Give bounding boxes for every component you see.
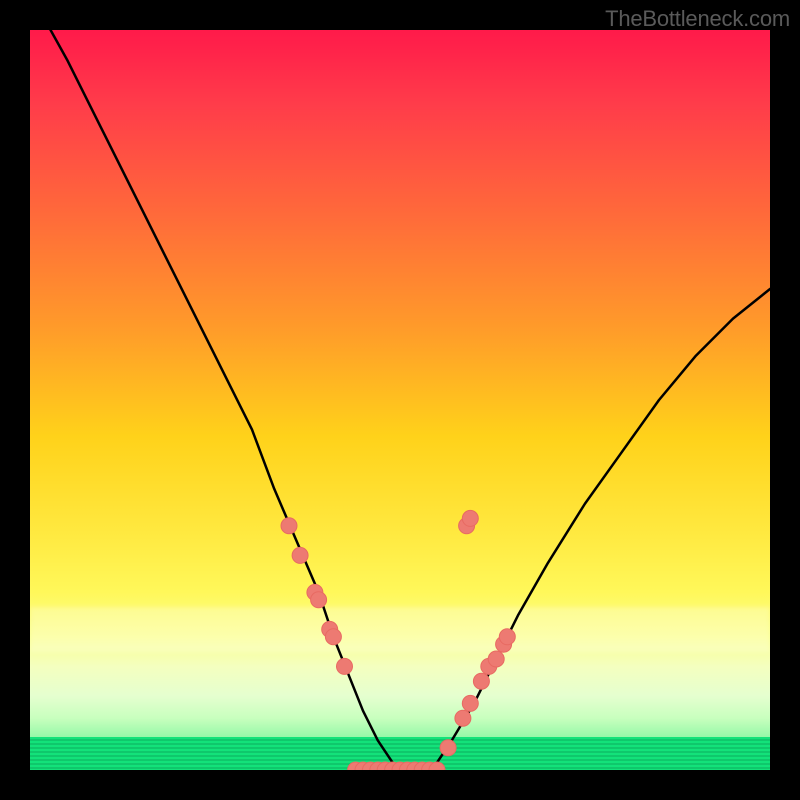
data-marker (337, 658, 353, 674)
data-marker (473, 673, 489, 689)
data-marker (440, 740, 456, 756)
data-marker (311, 592, 327, 608)
watermark-text: TheBottleneck.com (605, 6, 790, 32)
data-marker (292, 547, 308, 563)
chart-frame: TheBottleneck.com (0, 0, 800, 800)
marker-group (281, 510, 515, 770)
plot-area (30, 30, 770, 770)
data-marker (499, 629, 515, 645)
data-marker (455, 710, 471, 726)
data-marker (488, 651, 504, 667)
data-marker (462, 695, 478, 711)
chart-svg (30, 30, 770, 770)
data-marker (325, 629, 341, 645)
data-marker (462, 510, 478, 526)
data-marker (281, 518, 297, 534)
bottleneck-curve (30, 30, 770, 770)
curve-group (30, 30, 770, 770)
